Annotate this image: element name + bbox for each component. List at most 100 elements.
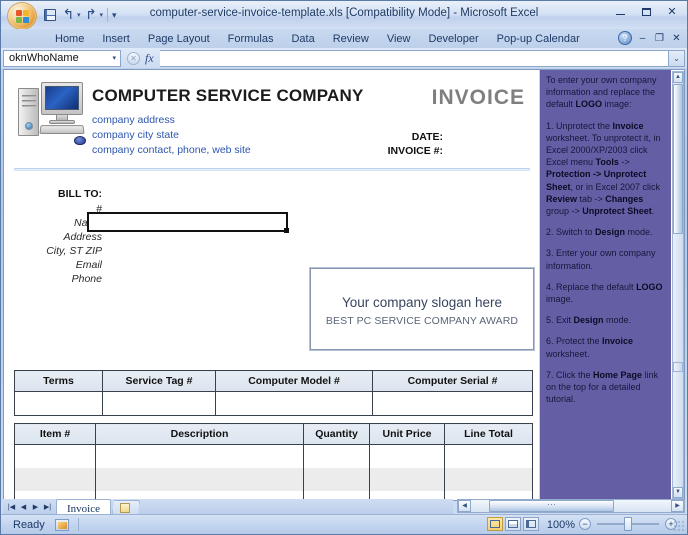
tab-view[interactable]: View: [378, 31, 420, 48]
date-label: DATE:: [411, 131, 443, 143]
cancel-icon[interactable]: ✕: [127, 51, 140, 65]
tab-formulas[interactable]: Formulas: [219, 31, 283, 48]
insert-function-icon[interactable]: fx: [145, 51, 154, 66]
last-sheet-icon[interactable]: ▶|: [42, 501, 53, 514]
instruction-step-4: 4. Replace the default LOGO image.: [546, 281, 663, 305]
instructions-text-body[interactable]: To enter your own company information an…: [540, 70, 671, 500]
instructions-intro: To enter your own company information an…: [546, 75, 657, 110]
zoom-level-label[interactable]: 100%: [547, 519, 575, 531]
cell-quantity[interactable]: [303, 444, 370, 468]
company-city-state[interactable]: company city state: [92, 129, 179, 141]
horizontal-scrollbar-thumb[interactable]: [489, 500, 614, 512]
minimize-button[interactable]: [609, 4, 631, 19]
invoice-sheet[interactable]: COMPUTER SERVICE COMPANY company address…: [4, 70, 540, 500]
view-page-break-button[interactable]: [523, 517, 539, 531]
prev-sheet-icon[interactable]: ◀: [18, 501, 29, 514]
zoom-track[interactable]: [597, 516, 659, 531]
cell-description[interactable]: [95, 444, 304, 468]
restore-button[interactable]: [635, 4, 657, 19]
cell-computer-serial[interactable]: [372, 391, 533, 416]
tab-developer[interactable]: Developer: [419, 31, 487, 48]
bill-to-row-phone: Phone: [71, 273, 102, 285]
bill-to-row-address: Address: [63, 231, 102, 243]
name-box[interactable]: oknWhoName ▾: [3, 49, 121, 67]
resize-grip-icon[interactable]: [673, 520, 685, 532]
horizontal-scrollbar[interactable]: ◀ ▶: [457, 499, 685, 513]
scroll-left-icon[interactable]: ◀: [458, 500, 471, 512]
items-table: Item # Description Quantity Unit Price L…: [14, 423, 533, 500]
cell-line-total[interactable]: [444, 467, 533, 491]
slogan-box[interactable]: Your company slogan here BEST PC SERVICE…: [310, 268, 534, 350]
next-sheet-icon[interactable]: ▶: [30, 501, 41, 514]
scroll-right-icon[interactable]: ▶: [671, 500, 684, 512]
restore-workbook-button[interactable]: ❐: [653, 32, 666, 45]
col-computer-model[interactable]: Computer Model #: [215, 370, 373, 392]
col-line-total[interactable]: Line Total: [444, 423, 533, 445]
col-terms[interactable]: Terms: [14, 370, 103, 392]
close-workbook-button[interactable]: ✕: [670, 32, 683, 45]
horizontal-scroll-track[interactable]: [471, 500, 671, 512]
scrollbar-split-grip[interactable]: [673, 362, 683, 372]
company-name: COMPUTER SERVICE COMPANY: [92, 86, 364, 105]
cell-unit-price[interactable]: [369, 444, 445, 468]
formula-input[interactable]: [159, 49, 669, 67]
vertical-scrollbar[interactable]: ▲ ▼: [672, 71, 684, 499]
formula-bar: oknWhoName ▾ ✕ fx ⌄: [1, 48, 687, 68]
tab-insert[interactable]: Insert: [93, 31, 139, 48]
col-description[interactable]: Description: [95, 423, 304, 445]
cell-line-total[interactable]: [444, 444, 533, 468]
tab-review[interactable]: Review: [324, 31, 378, 48]
cell-terms[interactable]: [14, 391, 103, 416]
cell-computer-model[interactable]: [215, 391, 373, 416]
computer-logo-icon[interactable]: [18, 80, 86, 146]
ribbon-tab-bar: Home Insert Page Layout Formulas Data Re…: [1, 29, 687, 49]
selected-cell-name-field[interactable]: [87, 212, 289, 233]
record-macro-icon[interactable]: [54, 518, 69, 531]
service-table: Terms Service Tag # Computer Model # Com…: [14, 370, 533, 416]
first-sheet-icon[interactable]: |◀: [6, 501, 17, 514]
instruction-step-5: 5. Exit Design mode.: [546, 315, 632, 326]
bill-to-row-city: City, ST ZIP: [46, 245, 102, 257]
col-service-tag[interactable]: Service Tag #: [102, 370, 216, 392]
close-button[interactable]: ✕: [661, 4, 683, 19]
sheet-nav-buttons: |◀ ◀ ▶ ▶|: [3, 501, 56, 514]
view-page-layout-button[interactable]: [505, 517, 521, 531]
instruction-step-3: 3. Enter your own company information.: [546, 248, 656, 271]
monitor-base-shape: [49, 120, 75, 124]
zoom-slider-thumb[interactable]: [624, 516, 633, 531]
cell-item-number[interactable]: [14, 444, 96, 468]
view-normal-button[interactable]: [487, 517, 503, 531]
tab-home[interactable]: Home: [46, 31, 93, 48]
chevron-down-icon[interactable]: ▾: [112, 54, 116, 62]
zoom-out-button[interactable]: −: [579, 517, 591, 530]
help-icon[interactable]: ?: [618, 31, 632, 45]
company-contact[interactable]: company contact, phone, web site: [92, 144, 251, 156]
worksheet-area: COMPUTER SERVICE COMPANY company address…: [3, 69, 685, 501]
col-item-number[interactable]: Item #: [14, 423, 96, 445]
col-quantity[interactable]: Quantity: [303, 423, 370, 445]
window-controls: ✕: [609, 4, 683, 19]
tab-data[interactable]: Data: [282, 31, 323, 48]
zoom-slider[interactable]: − +: [579, 516, 677, 531]
insert-worksheet-button[interactable]: [111, 500, 140, 515]
invoice-title: INVOICE: [431, 86, 525, 109]
cell-quantity[interactable]: [303, 467, 370, 491]
minimize-workbook-button[interactable]: –: [636, 32, 649, 45]
monitor-shape: [41, 82, 83, 115]
instruction-step-6: 6. Protect the Invoice worksheet.: [546, 336, 634, 359]
tab-page-layout[interactable]: Page Layout: [139, 31, 219, 48]
expand-formula-bar-icon[interactable]: ⌄: [669, 49, 685, 67]
scrollbar-thumb[interactable]: [673, 84, 683, 234]
cell-item-number[interactable]: [14, 467, 96, 491]
cell-service-tag[interactable]: [102, 391, 216, 416]
title-bar: ↰ ▾ ↱ ▾ ▾ computer-service-invoice-templ…: [1, 1, 687, 31]
col-computer-serial[interactable]: Computer Serial #: [372, 370, 533, 392]
scroll-down-icon[interactable]: ▼: [673, 487, 683, 498]
scroll-up-icon[interactable]: ▲: [673, 72, 683, 83]
company-address[interactable]: company address: [92, 114, 175, 126]
instruction-step-7: 7. Click the Home Page link on the top f…: [546, 369, 659, 405]
cell-description[interactable]: [95, 467, 304, 491]
cell-unit-price[interactable]: [369, 467, 445, 491]
tab-popup-calendar[interactable]: Pop-up Calendar: [488, 31, 589, 48]
col-unit-price[interactable]: Unit Price: [369, 423, 445, 445]
